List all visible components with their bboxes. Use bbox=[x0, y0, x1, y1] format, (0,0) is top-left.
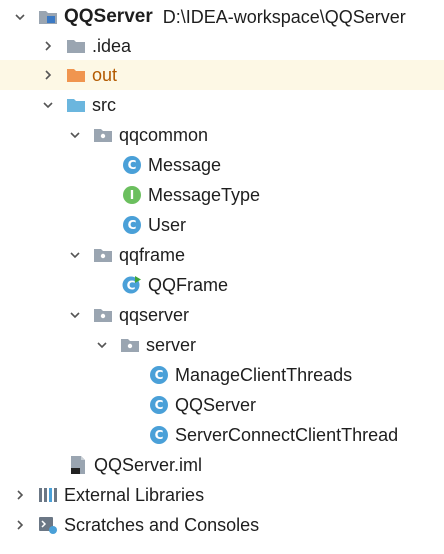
chevron-right-icon[interactable] bbox=[12, 487, 28, 503]
tree-label: qqcommon bbox=[119, 125, 209, 145]
interface-icon: I bbox=[122, 185, 142, 205]
tree-row-out[interactable]: out bbox=[0, 60, 444, 90]
tree-row-server-connect-client-thread[interactable]: C ServerConnectClientThread bbox=[0, 420, 444, 450]
tree-row-qqframe[interactable]: qqframe bbox=[0, 240, 444, 270]
chevron-right-icon[interactable] bbox=[40, 67, 56, 83]
chevron-down-icon[interactable] bbox=[67, 127, 83, 143]
tree-label: ManageClientThreads bbox=[175, 365, 353, 385]
tree-row-iml[interactable]: QQServer.iml bbox=[0, 450, 444, 480]
project-module-icon bbox=[38, 7, 58, 27]
iml-file-icon bbox=[68, 455, 88, 475]
tree-label: server bbox=[146, 335, 197, 355]
tree-row-scratches[interactable]: Scratches and Consoles bbox=[0, 510, 444, 540]
source-folder-icon bbox=[66, 95, 86, 115]
tree-row-qqserver-class[interactable]: C QQServer bbox=[0, 390, 444, 420]
tree-row-message-type[interactable]: I MessageType bbox=[0, 180, 444, 210]
runnable-class-icon: C bbox=[122, 275, 142, 295]
package-icon bbox=[93, 245, 113, 265]
tree-label: .idea bbox=[92, 36, 132, 56]
package-icon bbox=[93, 125, 113, 145]
svg-text:C: C bbox=[127, 279, 136, 293]
tree-row-server[interactable]: server bbox=[0, 330, 444, 360]
tree-row-project-root[interactable]: QQServer D:\IDEA-workspace\QQServer bbox=[0, 2, 444, 32]
chevron-right-icon[interactable] bbox=[40, 38, 56, 54]
tree-row-external-libraries[interactable]: External Libraries bbox=[0, 480, 444, 510]
tree-label: QQFrame bbox=[148, 275, 229, 295]
tree-label: Message bbox=[148, 155, 222, 175]
folder-icon bbox=[66, 36, 86, 56]
chevron-down-icon[interactable] bbox=[67, 307, 83, 323]
excluded-folder-icon bbox=[66, 65, 86, 85]
tree-label: ServerConnectClientThread bbox=[175, 425, 399, 445]
class-icon: C bbox=[149, 425, 169, 445]
class-icon: C bbox=[122, 215, 142, 235]
tree-row-src[interactable]: src bbox=[0, 90, 444, 120]
tree-label: qqserver bbox=[119, 305, 190, 325]
tree-row-qqframe-class[interactable]: C QQFrame bbox=[0, 270, 444, 300]
tree-label: src bbox=[92, 95, 116, 115]
project-path: D:\IDEA-workspace\QQServer bbox=[162, 6, 406, 27]
chevron-right-icon[interactable] bbox=[12, 517, 28, 533]
chevron-down-icon[interactable] bbox=[94, 337, 110, 353]
tree-row-idea[interactable]: .idea bbox=[0, 31, 444, 61]
tree-label: User bbox=[148, 215, 187, 235]
tree-label: QQServer bbox=[175, 395, 257, 415]
tree-label: qqframe bbox=[119, 245, 186, 265]
tree-label: Scratches and Consoles bbox=[64, 515, 260, 535]
tree-label: QQServer.iml bbox=[94, 455, 203, 475]
package-icon bbox=[120, 335, 140, 355]
scratches-icon bbox=[38, 515, 58, 535]
tree-row-message[interactable]: C Message bbox=[0, 150, 444, 180]
tree-label: MessageType bbox=[148, 185, 261, 205]
project-tree: QQServer D:\IDEA-workspace\QQServer .ide… bbox=[0, 0, 444, 554]
library-icon bbox=[38, 485, 58, 505]
tree-label: External Libraries bbox=[64, 485, 205, 505]
class-icon: C bbox=[149, 395, 169, 415]
tree-row-user[interactable]: C User bbox=[0, 210, 444, 240]
class-icon: C bbox=[149, 365, 169, 385]
class-icon: C bbox=[122, 155, 142, 175]
tree-row-qqserver[interactable]: qqserver bbox=[0, 300, 444, 330]
chevron-down-icon[interactable] bbox=[12, 9, 28, 25]
tree-label: out bbox=[92, 65, 118, 85]
tree-row-qqcommon[interactable]: qqcommon bbox=[0, 120, 444, 150]
package-icon bbox=[93, 305, 113, 325]
chevron-down-icon[interactable] bbox=[40, 97, 56, 113]
chevron-down-icon[interactable] bbox=[67, 247, 83, 263]
project-name: QQServer bbox=[64, 6, 153, 27]
tree-row-manage-client-threads[interactable]: C ManageClientThreads bbox=[0, 360, 444, 390]
